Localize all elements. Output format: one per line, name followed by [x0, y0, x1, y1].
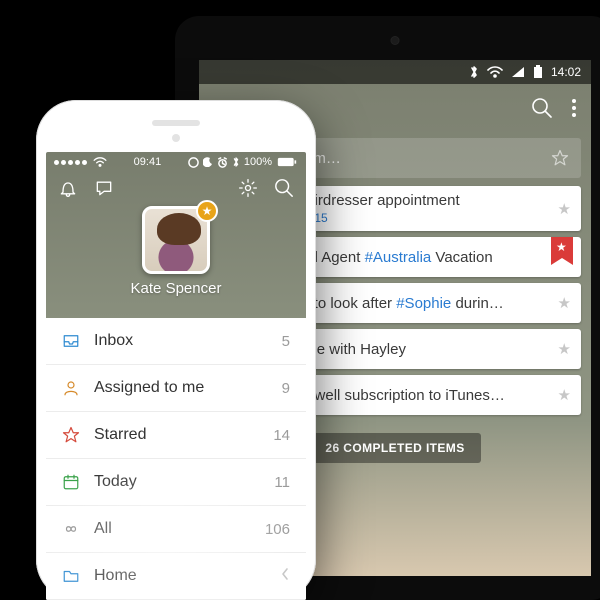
bluetooth-icon: [469, 65, 479, 79]
person-icon: [62, 379, 80, 397]
star-icon[interactable]: ★: [558, 386, 571, 404]
sidebar-item-count: 9: [282, 380, 290, 397]
battery-percent: 100%: [244, 156, 272, 168]
sidebar-item-label: All: [94, 520, 251, 538]
task-hashtag[interactable]: #Australia: [365, 249, 432, 266]
sidebar-item-label: Assigned to me: [94, 379, 268, 397]
bell-icon[interactable]: [58, 178, 78, 198]
sidebar-item-label: Home: [94, 567, 266, 585]
sidebar-item-inbox[interactable]: Inbox 5: [46, 318, 306, 365]
sidebar-item-count: 5: [282, 333, 290, 350]
task-title-part: durin…: [451, 295, 504, 312]
sidebar-item-label: Inbox: [94, 332, 268, 350]
tablet-camera: [391, 36, 400, 45]
sidebar-item-label: Starred: [94, 426, 259, 444]
profile-name: Kate Spencer: [46, 280, 306, 297]
rotation-lock-icon: [188, 157, 199, 168]
star-outline-icon[interactable]: [551, 149, 569, 167]
sidebar-item-home[interactable]: Home: [46, 553, 306, 600]
star-icon[interactable]: ★: [558, 340, 571, 358]
wifi-icon: [487, 66, 503, 78]
android-clock: 14:02: [551, 65, 581, 79]
task-hashtag[interactable]: #Sophie: [396, 295, 451, 312]
sidebar-item-label: Today: [94, 473, 260, 491]
ios-clock: 09:41: [107, 156, 188, 168]
wifi-icon: [93, 157, 107, 167]
chevron-left-icon: [280, 567, 290, 586]
sidebar-item-count: 14: [273, 427, 290, 444]
phone-toolbar: [46, 172, 306, 204]
folder-icon: [62, 567, 80, 585]
phone-device: 09:41 100% ★: [36, 100, 316, 600]
alarm-icon: [217, 157, 228, 168]
pro-badge-icon: ★: [196, 200, 218, 222]
overflow-menu-icon[interactable]: [571, 98, 577, 118]
phone-header: 09:41 100% ★: [46, 152, 306, 318]
search-icon[interactable]: [531, 97, 553, 119]
sidebar-item-all[interactable]: All 106: [46, 506, 306, 553]
sidebar-item-assigned[interactable]: Assigned to me 9: [46, 365, 306, 412]
search-icon[interactable]: [274, 178, 294, 198]
completed-items-chip[interactable]: 26 COMPLETED ITEMS: [309, 433, 480, 463]
cell-signal-icon: [511, 66, 525, 78]
ios-status-bar: 09:41 100%: [46, 152, 306, 172]
profile-block[interactable]: ★ Kate Spencer: [46, 206, 306, 297]
bluetooth-icon: [232, 156, 240, 168]
cell-signal-icon: [54, 160, 87, 165]
star-icon: [62, 426, 80, 444]
chat-icon[interactable]: [94, 178, 114, 198]
inbox-icon: [62, 332, 80, 350]
gear-icon[interactable]: [238, 178, 258, 198]
battery-icon: [276, 157, 298, 167]
sidebar-item-count: 11: [274, 474, 290, 491]
battery-icon: [533, 65, 543, 79]
android-status-bar: 14:02: [199, 60, 591, 84]
calendar-icon: [62, 473, 80, 491]
sidebar-item-today[interactable]: Today 11: [46, 459, 306, 506]
smart-lists: Inbox 5 Assigned to me 9 Starred 14 Toda…: [46, 318, 306, 600]
phone-screen: 09:41 100% ★: [46, 152, 306, 600]
infinity-icon: [62, 520, 80, 538]
do-not-disturb-icon: [203, 157, 213, 167]
star-icon[interactable]: ★: [558, 294, 571, 312]
sidebar-item-count: 106: [265, 521, 290, 538]
task-title-part: Vacation: [431, 249, 492, 266]
star-icon[interactable]: ★: [558, 200, 571, 218]
sidebar-item-starred[interactable]: Starred 14: [46, 412, 306, 459]
